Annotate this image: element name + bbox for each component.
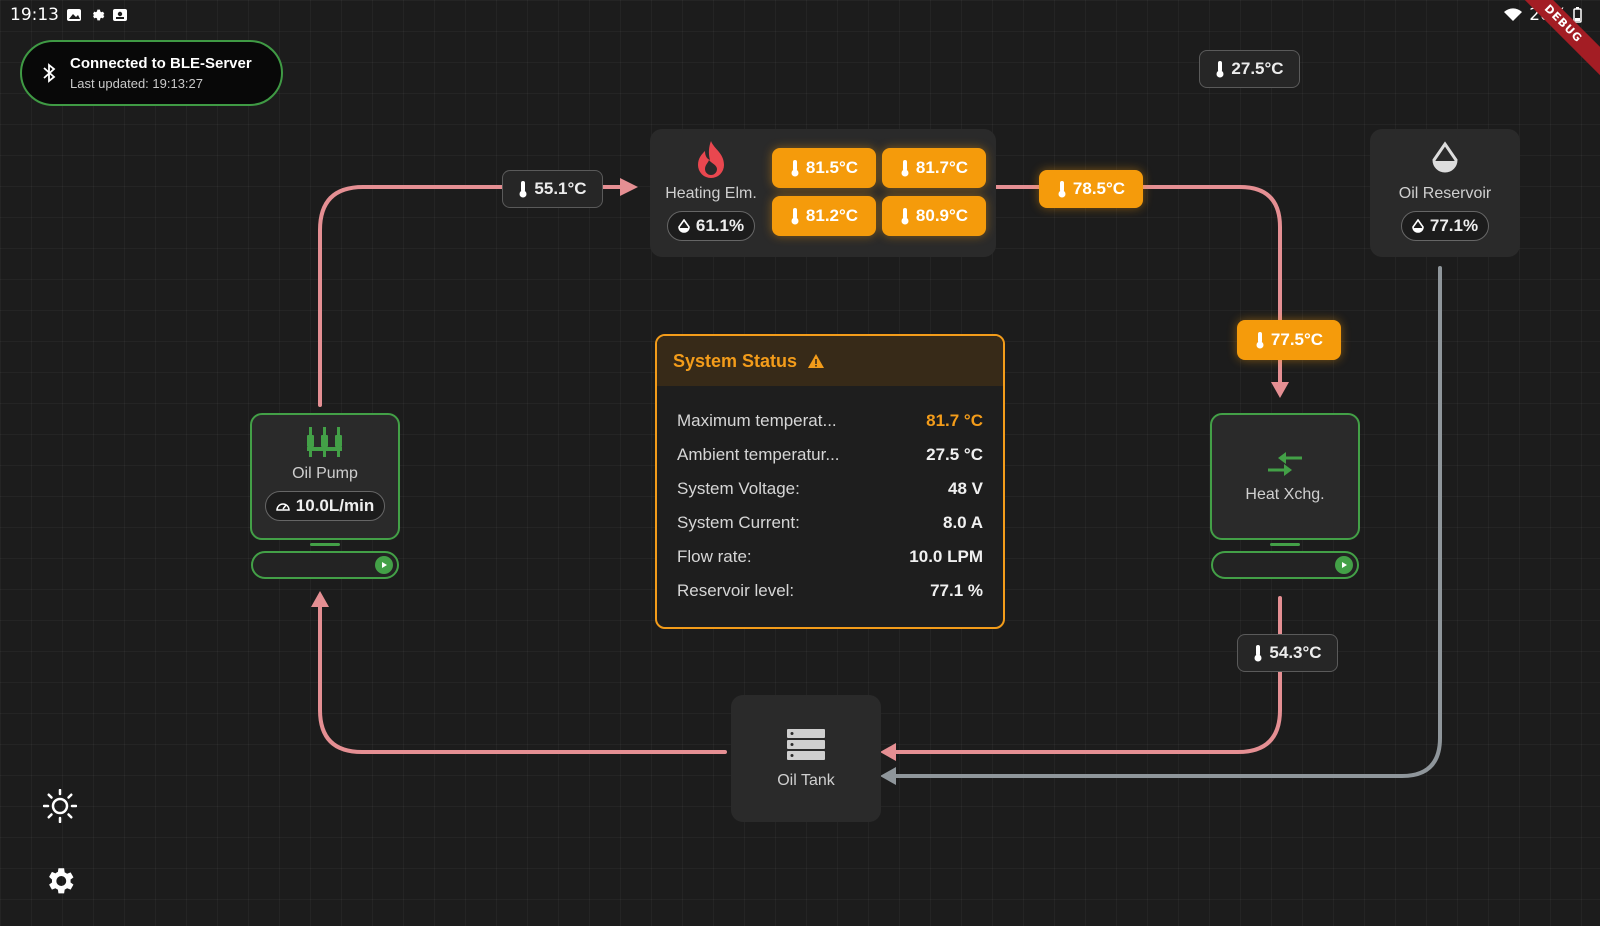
warning-icon <box>808 354 825 368</box>
heater-temp-3: 81.2°C <box>772 196 876 236</box>
oil-pump-toggle[interactable] <box>251 551 399 579</box>
heater-temp-4: 80.9°C <box>882 196 986 236</box>
thermometer-icon <box>1216 61 1224 78</box>
ambient-temp-chip: 27.5°C <box>1199 50 1300 88</box>
heater-temp-1: 81.5°C <box>772 148 876 188</box>
arrow-into-pump <box>311 591 329 607</box>
thermometer-icon <box>519 181 527 198</box>
thermometer-icon <box>791 208 799 225</box>
status-row: Reservoir level: 77.1 % <box>677 581 983 600</box>
heating-element-card[interactable]: Heating Elm. 61.1% 81.5°C 81.7°C 81.2°C … <box>650 129 996 257</box>
play-icon <box>1335 556 1353 574</box>
arrow-into-hx <box>1271 382 1289 398</box>
gauge-icon <box>276 503 290 511</box>
oil-pump-flow: 10.0L/min <box>264 491 386 521</box>
status-row: System Current: 8.0 A <box>677 513 983 532</box>
pipe-heater-to-hx <box>993 185 1282 390</box>
pump-icon <box>307 427 342 457</box>
status-row: Flow rate: 10.0 LPM <box>677 547 983 566</box>
flame-icon <box>698 141 724 178</box>
system-status-panel: System Status Maximum temperat... 81.7 °C… <box>655 334 1005 629</box>
heat-exchanger-toggle[interactable] <box>1211 551 1359 579</box>
thermometer-icon <box>901 160 909 177</box>
settings-button[interactable] <box>43 864 77 898</box>
pipe-temp-hx-in: 77.5°C <box>1237 320 1341 360</box>
heating-element-label: Heating Elm. <box>665 185 757 202</box>
ambient-temp-value: 27.5°C <box>1231 59 1284 78</box>
pipe-temp-pump-out: 55.1°C <box>502 170 603 208</box>
heat-exchanger-label: Heat Xchg. <box>1245 485 1325 503</box>
system-status-header[interactable]: System Status <box>657 336 1003 386</box>
oil-reservoir-card[interactable]: Oil Reservoir 77.1% <box>1370 129 1520 257</box>
gear-icon <box>49 868 74 894</box>
hx-connector <box>1270 543 1300 546</box>
exchange-arrows-icon <box>1268 451 1302 476</box>
heater-temp-2: 81.7°C <box>882 148 986 188</box>
oil-reservoir-level-value: 77.1% <box>1429 216 1479 235</box>
arrow-into-heater <box>620 178 638 196</box>
drop-icon <box>1412 219 1424 233</box>
arrow-into-tank-hot <box>880 743 896 761</box>
thermometer-icon <box>901 208 909 225</box>
theme-toggle-button[interactable] <box>42 788 78 824</box>
oil-pump-flow-value: 10.0L/min <box>295 496 375 515</box>
status-row: Maximum temperat... 81.7 °C <box>677 411 983 430</box>
heating-element-level: 61.1% <box>666 211 756 241</box>
thermometer-icon <box>1256 332 1264 349</box>
heating-element-level-value: 61.1% <box>695 216 745 235</box>
oil-tank-card[interactable]: Oil Tank <box>731 695 881 822</box>
tank-icon <box>787 728 825 760</box>
system-status-title: System Status <box>673 350 798 371</box>
thermometer-icon <box>791 160 799 177</box>
heat-exchanger-card[interactable]: Heat Xchg. <box>1210 413 1360 540</box>
pipe-temp-hx-out: 54.3°C <box>1237 634 1338 672</box>
system-status-rows: Maximum temperat... 81.7 °C Ambient tempe… <box>657 386 1003 608</box>
pipe-temp-value: 55.1°C <box>534 179 587 198</box>
drop-icon <box>1432 141 1458 173</box>
pipe-temp-value: 77.5°C <box>1270 330 1324 349</box>
oil-reservoir-level: 77.1% <box>1400 211 1490 241</box>
oil-pump-card[interactable]: Oil Pump 10.0L/min <box>250 413 400 540</box>
oil-reservoir-label: Oil Reservoir <box>1398 185 1492 202</box>
pipe-temp-value: 54.3°C <box>1269 643 1322 662</box>
sun-icon <box>43 789 77 823</box>
status-row: Ambient temperatur... 27.5 °C <box>677 445 983 464</box>
oil-tank-label: Oil Tank <box>777 771 835 789</box>
arrow-into-tank-return <box>880 767 896 785</box>
pipe-temp-value: 78.5°C <box>1072 179 1126 198</box>
pipe-pump-to-heater <box>318 185 622 407</box>
play-icon <box>375 556 393 574</box>
pipe-temp-heater-out: 78.5°C <box>1039 170 1143 208</box>
thermometer-icon <box>1058 181 1066 198</box>
drop-icon <box>678 219 690 233</box>
thermometer-icon <box>1254 645 1262 662</box>
pump-connector <box>310 543 340 546</box>
oil-pump-label: Oil Pump <box>292 465 358 482</box>
status-row: System Voltage: 48 V <box>677 479 983 498</box>
